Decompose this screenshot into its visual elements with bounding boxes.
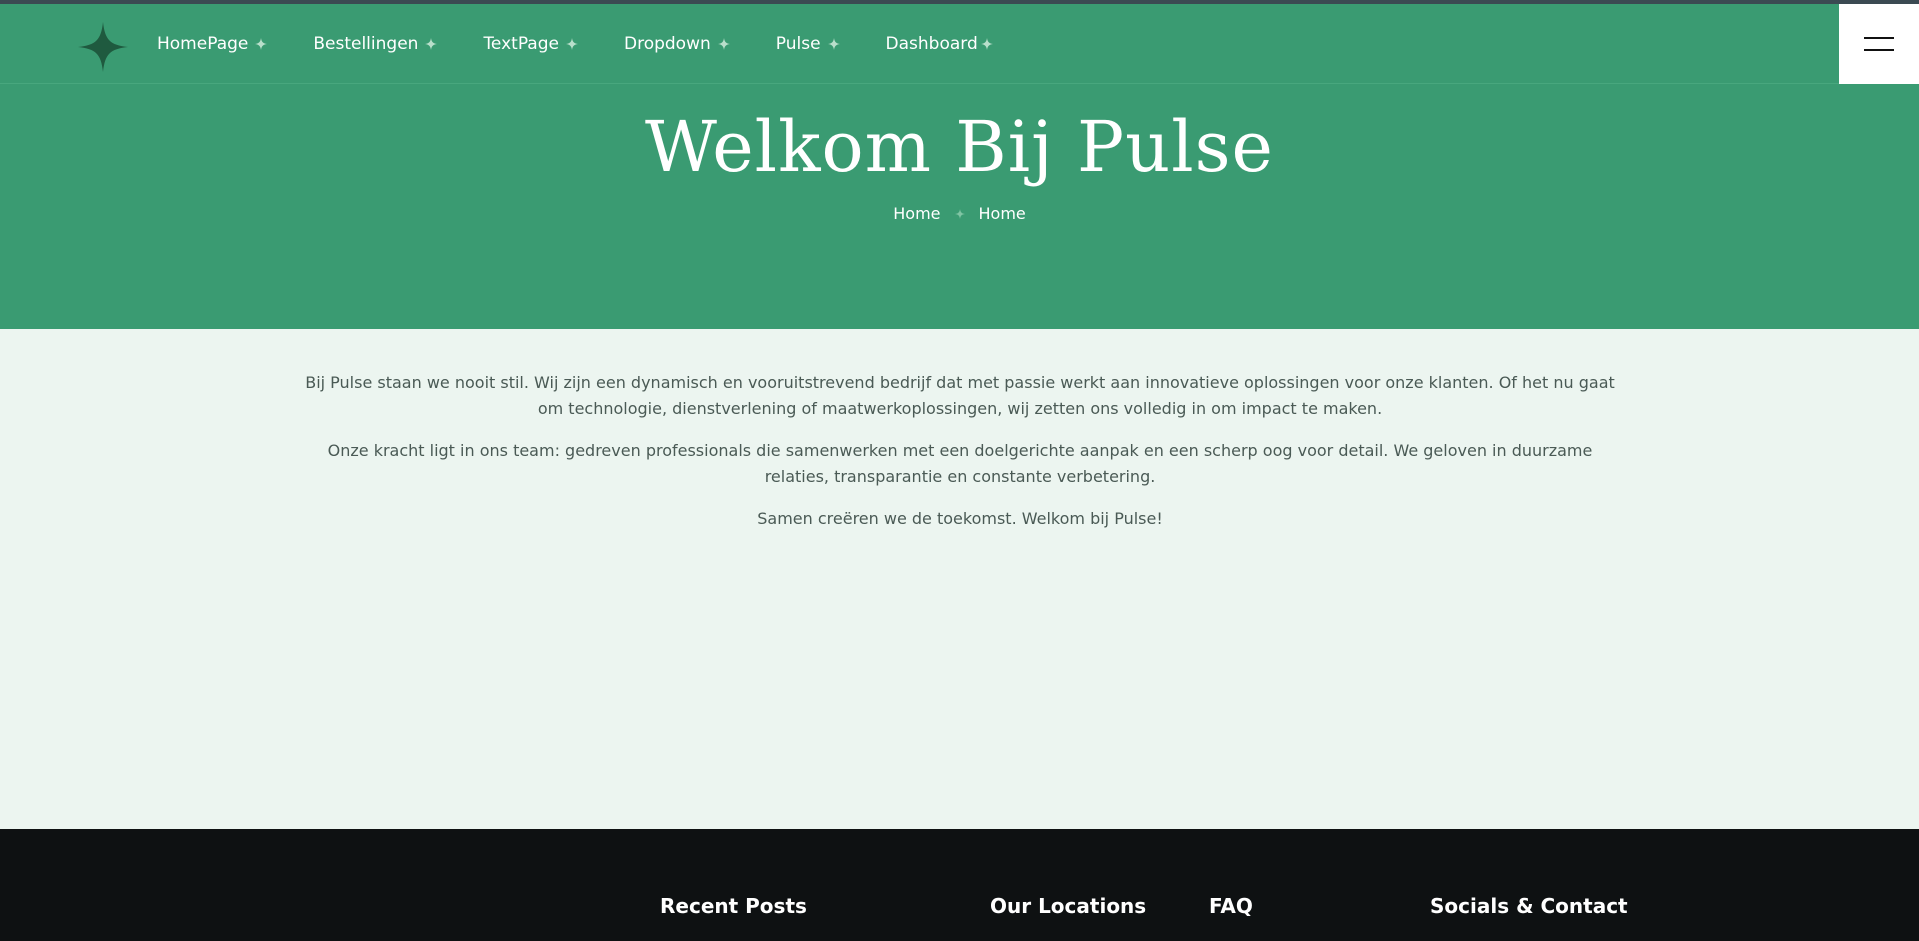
sparkle-icon (717, 38, 730, 50)
main-nav: HomePage Bestellingen TextPage Dropdown … (157, 4, 993, 84)
hero-banner: Welkom Bij Pulse Home Home (0, 84, 1919, 329)
four-point-star-icon[interactable] (78, 22, 128, 72)
nav-item-label: Dashboard (885, 34, 978, 54)
sparkle-separator-icon (954, 208, 965, 219)
nav-item-bestellingen[interactable]: Bestellingen (313, 34, 438, 54)
sparkle-icon (980, 38, 993, 50)
nav-item-label: Pulse (775, 34, 821, 54)
sparkle-icon (425, 38, 438, 50)
page-title: Welkom Bij Pulse (645, 106, 1274, 188)
intro-text: Bij Pulse staan we nooit stil. Wij zijn … (300, 370, 1620, 548)
nav-item-label: HomePage (157, 34, 249, 54)
nav-item-dashboard[interactable]: Dashboard (886, 34, 993, 54)
nav-item-textpage[interactable]: TextPage (483, 34, 578, 54)
footer-heading-our-locations: Our Locations (990, 894, 1147, 918)
footer: Recent Posts Our Locations FAQ Socials &… (0, 829, 1919, 941)
breadcrumb-current: Home (978, 204, 1026, 223)
nav-item-dropdown[interactable]: Dropdown (624, 34, 730, 54)
nav-item-label: Bestellingen (313, 34, 419, 54)
footer-heading-recent-posts: Recent Posts (660, 894, 807, 918)
sparkle-icon (565, 38, 578, 50)
hamburger-menu-icon (1864, 49, 1894, 51)
footer-heading-socials-contact: Socials & Contact (1430, 894, 1628, 918)
intro-paragraph: Samen creëren we de toekomst. Welkom bij… (757, 509, 1163, 528)
nav-item-label: Dropdown (623, 34, 711, 54)
intro-paragraph: Bij Pulse staan we nooit stil. Wij zijn … (305, 373, 1615, 418)
footer-heading-faq: FAQ (1209, 894, 1253, 918)
sparkle-icon (255, 38, 268, 50)
navbar: HomePage Bestellingen TextPage Dropdown … (0, 4, 1919, 84)
nav-item-homepage[interactable]: HomePage (157, 34, 268, 54)
breadcrumb-home-link[interactable]: Home (893, 204, 940, 223)
intro-paragraph: Onze kracht ligt in ons team: gedreven p… (327, 441, 1593, 486)
nav-item-pulse[interactable]: Pulse (776, 34, 840, 54)
sparkle-icon (827, 38, 840, 50)
hamburger-menu-button[interactable] (1839, 4, 1919, 84)
hamburger-menu-icon (1864, 37, 1894, 39)
nav-item-label: TextPage (483, 34, 559, 54)
breadcrumb: Home Home (0, 204, 1919, 223)
